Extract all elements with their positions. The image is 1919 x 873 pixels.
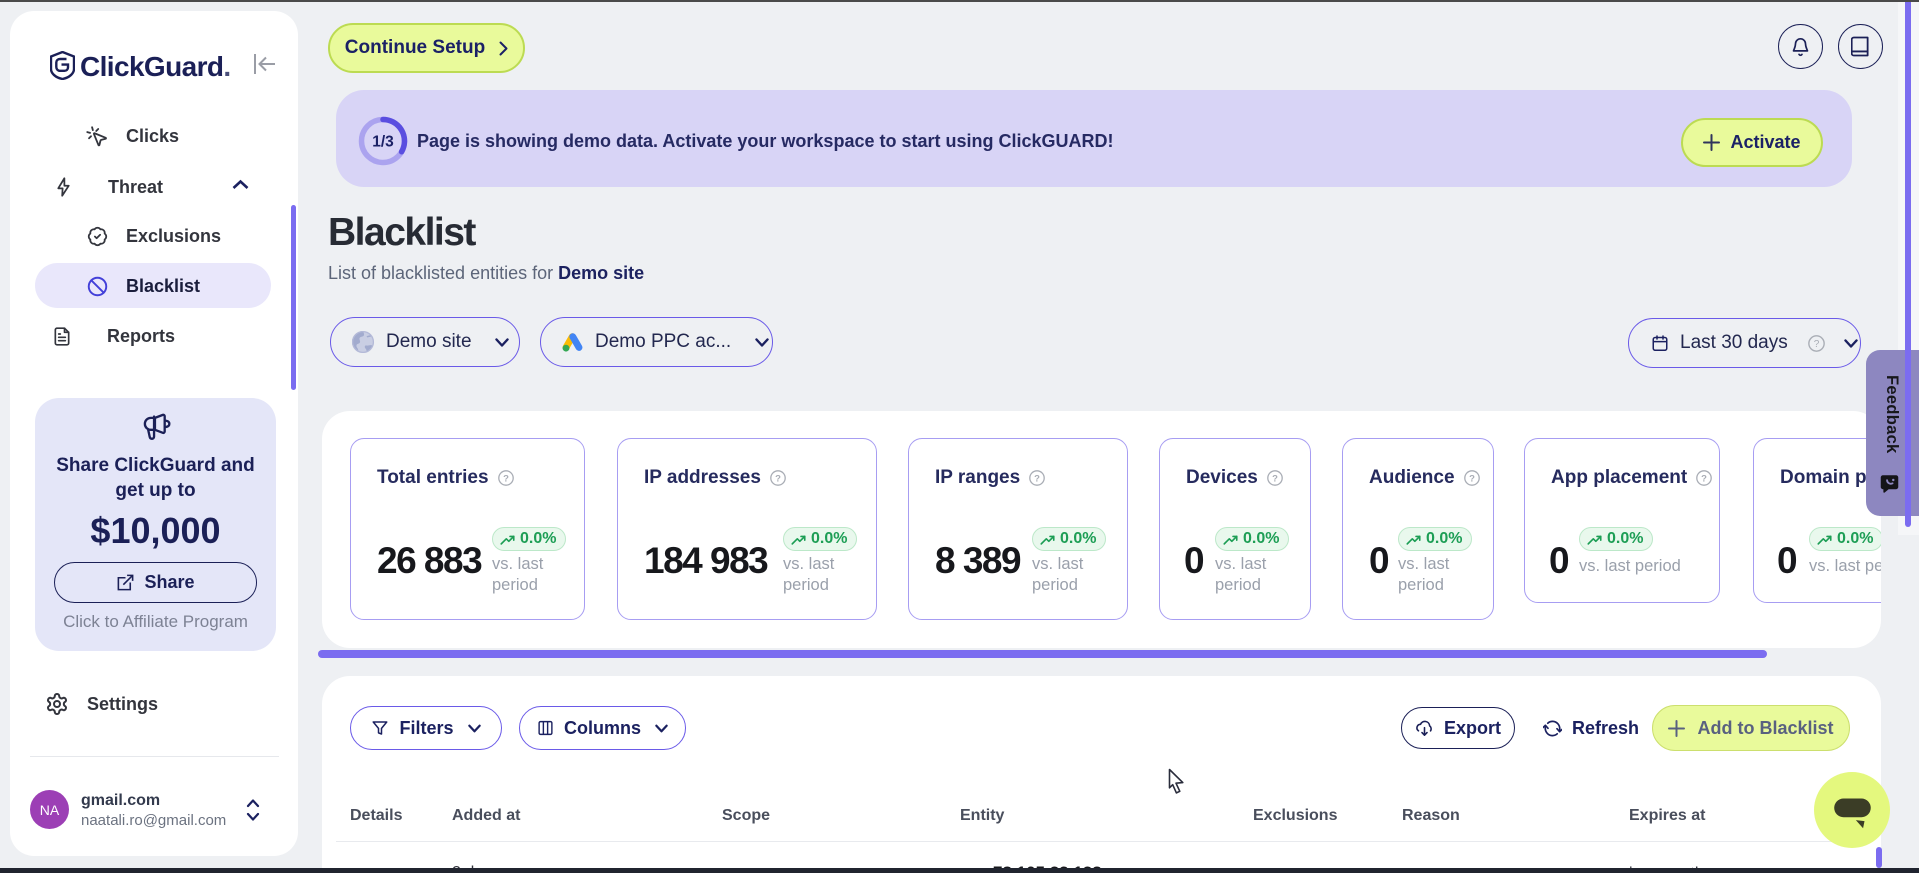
svg-text:?: ? bbox=[1701, 473, 1707, 484]
svg-text:?: ? bbox=[1034, 473, 1040, 484]
svg-text:?: ? bbox=[503, 473, 509, 484]
svg-text:1/3: 1/3 bbox=[372, 134, 394, 151]
svg-text:?: ? bbox=[775, 473, 781, 484]
svg-text:?: ? bbox=[1813, 339, 1819, 350]
svg-text:?: ? bbox=[1272, 473, 1278, 484]
svg-text:?: ? bbox=[1469, 473, 1475, 484]
